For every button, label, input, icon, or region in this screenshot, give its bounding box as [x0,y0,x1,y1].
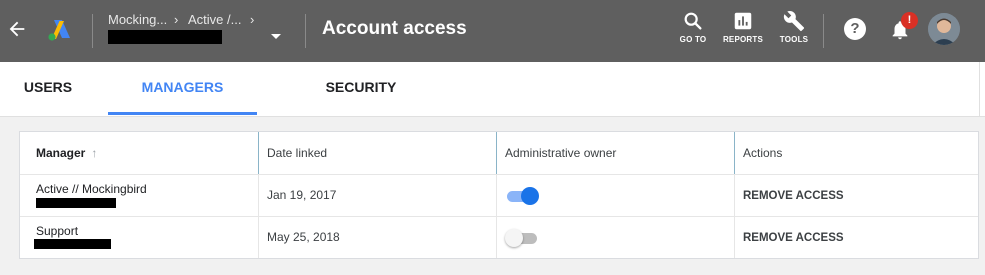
column-header-label: Manager [36,146,86,160]
breadcrumb-account-1[interactable]: Mocking... [108,12,167,27]
tab-managers[interactable]: MANAGERS [108,62,257,116]
manager-name: Support [36,224,79,238]
table-row: Support May 25, 2018 REMOVE ACCESS [20,217,978,258]
manager-name: Active // Mockingbird [36,182,147,196]
notification-badge: ! [901,12,918,29]
manager-cell: Support [20,217,258,258]
table-header-row: Manager ↑ Date linked Administrative owne… [20,132,978,175]
divider [305,14,306,48]
divider [92,14,93,48]
redacted-customer-id [36,198,116,208]
toggle-knob [521,187,539,205]
divider [979,62,980,116]
reports-label: REPORTS [722,35,764,44]
help-icon[interactable]: ? [844,18,866,40]
back-arrow-icon[interactable] [6,18,28,40]
divider [823,14,824,48]
remove-access-button[interactable]: REMOVE ACCESS [743,190,844,202]
reports-icon [734,12,752,30]
chevron-right-icon: › [174,12,179,27]
date-linked-cell: Jan 19, 2017 [258,175,496,216]
goto-button[interactable]: GO TO [667,10,719,44]
column-header-date-linked[interactable]: Date linked [258,132,496,174]
avatar-photo-icon [928,13,960,45]
wrench-icon [783,11,805,32]
admin-owner-toggle[interactable] [505,187,541,205]
redacted-account-id [108,30,222,44]
admin-owner-cell [496,175,734,216]
reports-button[interactable]: REPORTS [717,10,769,44]
user-avatar[interactable] [928,13,960,45]
toggle-knob [505,229,523,247]
breadcrumb-account-2[interactable]: Active /... [188,12,241,27]
goto-label: GO TO [679,35,707,44]
tools-label: TOOLS [779,35,809,44]
admin-owner-toggle[interactable] [505,229,541,247]
date-linked-cell: May 25, 2018 [258,217,496,258]
chevron-right-icon: › [250,12,255,27]
table-row: Active // Mockingbird Jan 19, 2017 REMOV… [20,175,978,217]
column-header-actions: Actions [734,132,978,174]
manager-cell: Active // Mockingbird [20,175,258,216]
managers-table: Manager ↑ Date linked Administrative owne… [19,131,979,259]
page-title: Account access [322,18,467,39]
active-tab-indicator [108,112,257,115]
column-header-admin-owner[interactable]: Administrative owner [496,132,734,174]
tab-users[interactable]: USERS [18,62,78,116]
top-bar: Mocking... › Active /... › Account acces… [0,0,985,62]
tools-button[interactable]: TOOLS [768,10,820,44]
account-dropdown-caret-icon[interactable] [271,34,281,39]
actions-cell: REMOVE ACCESS [734,217,978,258]
tab-bar: USERS MANAGERS SECURITY SETTINGS [0,62,985,145]
sort-ascending-icon[interactable]: ↑ [91,132,97,174]
actions-cell: REMOVE ACCESS [734,175,978,216]
search-icon [684,12,702,30]
admin-owner-cell [496,217,734,258]
column-header-manager[interactable]: Manager ↑ [20,132,258,174]
tab-security-settings[interactable]: SECURITY SETTINGS [290,62,432,145]
redacted-customer-id [34,239,111,249]
remove-access-button[interactable]: REMOVE ACCESS [743,232,844,244]
google-ads-logo-icon[interactable] [46,18,72,42]
